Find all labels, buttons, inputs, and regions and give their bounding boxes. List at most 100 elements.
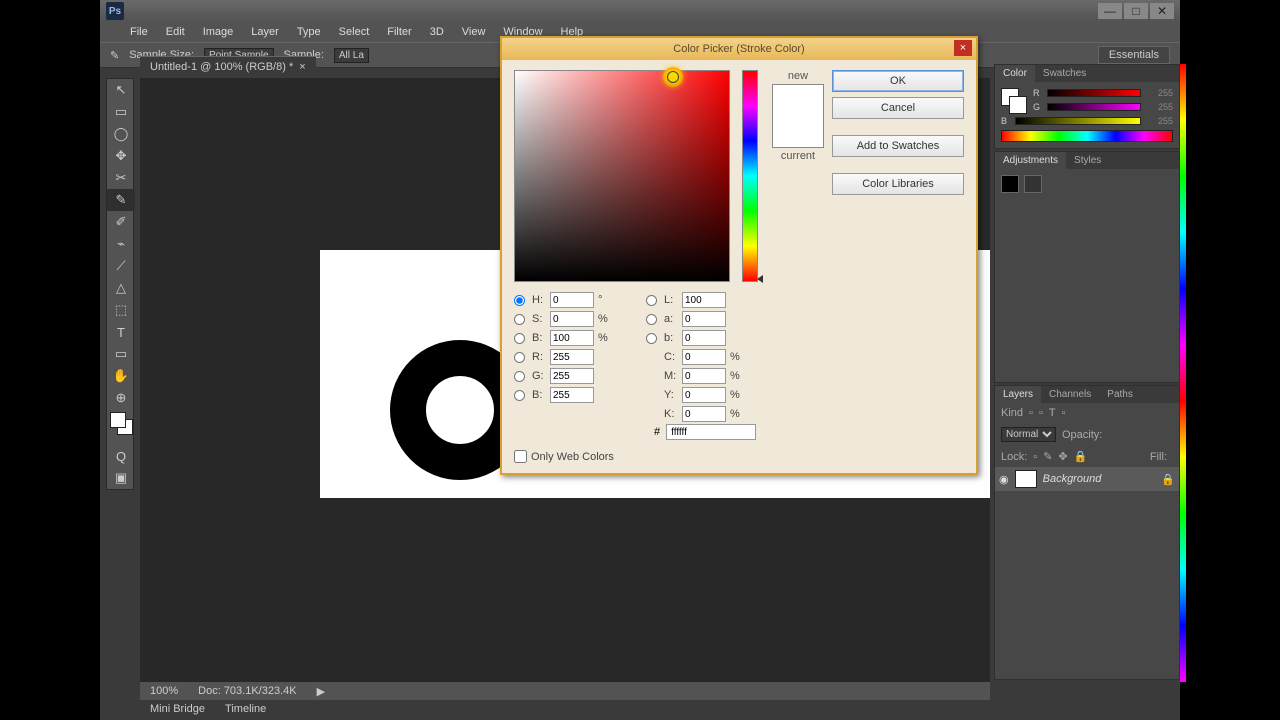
add-to-swatches-button[interactable]: Add to Swatches [832,135,964,157]
web-colors-checkbox[interactable] [514,450,527,463]
hand-tool[interactable]: ✋ [107,365,135,387]
layer-row-background[interactable]: ◉ Background 🔒 [995,467,1179,491]
lab-b-radio[interactable] [646,333,657,344]
type-tool[interactable]: T [107,321,135,343]
bl-input[interactable] [550,387,594,403]
menu-image[interactable]: Image [203,26,234,38]
crop-tool[interactable]: ✥ [107,145,135,167]
zoom-tool[interactable]: ⊕ [107,387,135,409]
br-radio[interactable] [514,333,525,344]
cancel-button[interactable]: Cancel [832,97,964,119]
tab-timeline[interactable]: Timeline [225,703,266,715]
lock-all-icon[interactable]: ✥ [1058,450,1067,463]
lasso-tool[interactable]: ◯ [107,123,135,145]
menu-3d[interactable]: 3D [430,26,444,38]
r-radio[interactable] [514,352,525,363]
h-radio[interactable] [514,295,525,306]
s-radio[interactable] [514,314,525,325]
window-close-button[interactable]: ✕ [1150,3,1174,19]
lab-b-input[interactable] [682,330,726,346]
br-input[interactable] [550,330,594,346]
filter-icon[interactable]: ▫ [1062,407,1066,419]
lock-icon[interactable]: 🔒 [1074,450,1088,463]
marquee-tool[interactable]: ▭ [107,101,135,123]
s-input[interactable] [550,311,594,327]
blend-mode-dropdown[interactable]: Normal [1001,427,1056,442]
a-input[interactable] [682,311,726,327]
g-radio[interactable] [514,371,525,382]
pencil-tool[interactable]: ✐ [107,211,135,233]
filter-icon[interactable]: ▫ [1039,407,1043,419]
menu-type[interactable]: Type [297,26,321,38]
zoom-level[interactable]: 100% [150,685,178,697]
b-slider[interactable] [1015,117,1141,125]
r-slider[interactable] [1047,89,1141,97]
m-input[interactable] [682,368,726,384]
eyedropper-tool[interactable]: ✂ [107,167,135,189]
pen-tool[interactable]: △ [107,277,135,299]
color-field-marker[interactable] [663,67,683,87]
screenmode-button[interactable]: ▣ [107,467,135,489]
menu-edit[interactable]: Edit [166,26,185,38]
l-radio[interactable] [646,295,657,306]
g-input[interactable] [550,368,594,384]
hue-slider[interactable] [742,70,758,282]
hue-handle-icon[interactable] [757,275,763,283]
g-slider[interactable] [1047,103,1141,111]
clone-tool[interactable]: ⌁ [107,233,135,255]
bl-radio[interactable] [514,390,525,401]
menu-select[interactable]: Select [339,26,370,38]
gradient-tool[interactable]: ⟋ [107,255,135,277]
color-libraries-button[interactable]: Color Libraries [832,173,964,195]
lock-pixels-icon[interactable]: ▫ [1033,451,1037,463]
tab-channels[interactable]: Channels [1041,386,1099,403]
adjustment-preset[interactable] [1024,175,1042,193]
menu-file[interactable]: File [130,26,148,38]
layer-thumbnail[interactable] [1015,470,1037,488]
l-input[interactable] [682,292,726,308]
visibility-eye-icon[interactable]: ◉ [999,473,1009,486]
window-minimize-button[interactable]: — [1098,3,1122,19]
tab-mini-bridge[interactable]: Mini Bridge [150,703,205,715]
dialog-close-button[interactable]: × [954,40,972,56]
path-tool[interactable]: ▭ [107,343,135,365]
ok-button[interactable]: OK [832,70,964,92]
filter-icon[interactable]: T [1049,407,1056,419]
m-label: M: [664,370,678,382]
document-tab[interactable]: Untitled-1 @ 100% (RGB/8) * × [140,56,316,76]
br-label: B: [532,332,546,344]
brush-tool[interactable]: ✎ [107,189,135,211]
a-radio[interactable] [646,314,657,325]
color-ramp[interactable] [1001,130,1173,142]
hex-input[interactable] [666,424,756,440]
filter-icon[interactable]: ▫ [1029,407,1033,419]
tab-color[interactable]: Color [995,65,1035,82]
workspace-switcher[interactable]: Essentials [1098,46,1170,64]
move-tool[interactable]: ↖ [107,79,135,101]
y-input[interactable] [682,387,726,403]
h-input[interactable] [550,292,594,308]
foreground-background-swatch[interactable] [107,409,133,445]
tab-layers[interactable]: Layers [995,386,1041,403]
c-input[interactable] [682,349,726,365]
tab-swatches[interactable]: Swatches [1035,65,1094,82]
document-tab-close-icon[interactable]: × [299,61,305,73]
window-maximize-button[interactable]: □ [1124,3,1148,19]
color-bg-swatch[interactable] [1009,96,1027,114]
menu-filter[interactable]: Filter [387,26,411,38]
menu-view[interactable]: View [462,26,486,38]
adjustment-preset[interactable] [1001,175,1019,193]
quickmask-toggle[interactable]: Q [107,445,135,467]
color-field[interactable] [514,70,730,282]
r-input[interactable] [550,349,594,365]
shape-tool[interactable]: ⬚ [107,299,135,321]
lock-position-icon[interactable]: ✎ [1043,450,1052,463]
status-arrow-icon[interactable]: ▶ [317,685,325,698]
menu-layer[interactable]: Layer [251,26,279,38]
tab-paths[interactable]: Paths [1099,386,1141,403]
tab-adjustments[interactable]: Adjustments [995,152,1066,169]
sample-dropdown[interactable]: All La [334,48,369,63]
foreground-color-swatch[interactable] [110,412,126,428]
tab-styles[interactable]: Styles [1066,152,1109,169]
k-input[interactable] [682,406,726,422]
